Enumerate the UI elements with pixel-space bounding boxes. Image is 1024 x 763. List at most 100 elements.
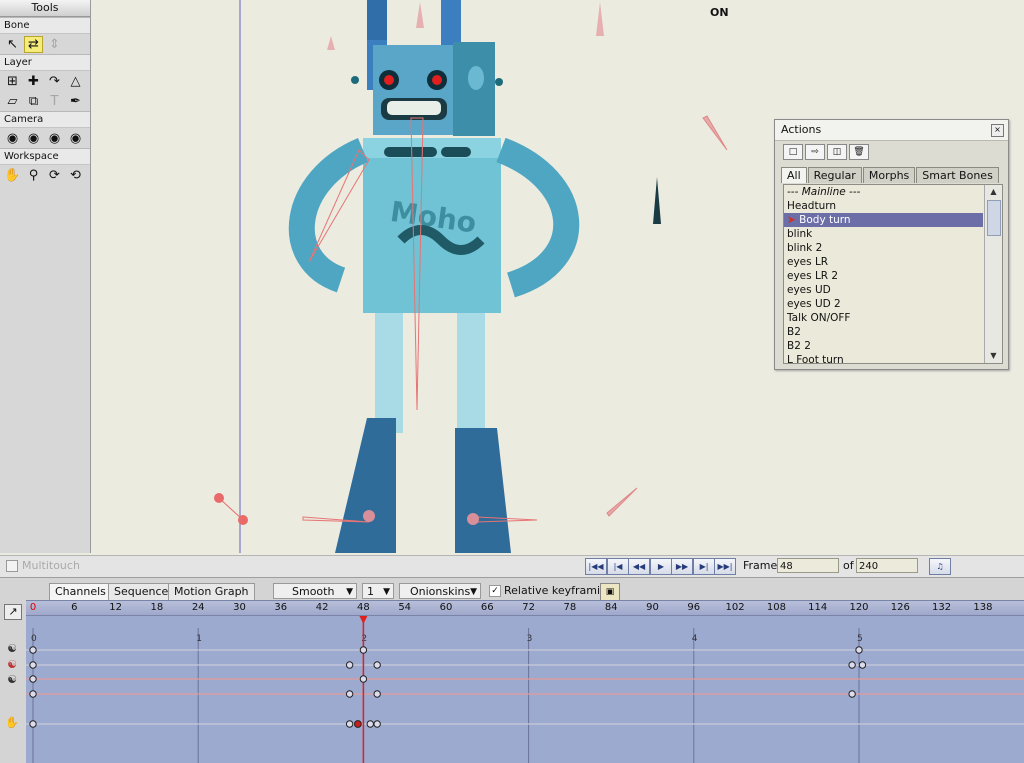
close-icon[interactable]: × (991, 124, 1004, 137)
camera-roll-icon[interactable]: ◉ (45, 130, 64, 147)
keyframe (373, 690, 381, 698)
shear-layer-icon[interactable]: ▱ (3, 93, 22, 110)
arrow-right-icon: ➤ (787, 214, 796, 226)
total-frames-input[interactable]: 240 (856, 558, 918, 573)
step-back-icon[interactable]: ◀◀ (628, 558, 650, 575)
scale-layer-icon[interactable]: △ (66, 73, 85, 90)
text-tool-icon[interactable]: T (45, 93, 64, 110)
bone-channel-icon: ☯ (7, 642, 17, 655)
keyframe (29, 690, 37, 698)
keyframe (359, 646, 368, 654)
hand-icon[interactable]: ✋ (3, 167, 22, 184)
duplicate-action-icon[interactable]: ⇨ (805, 144, 825, 160)
tools-section-bone: Bone (0, 17, 90, 34)
layer-channel-icon: ✋ (5, 716, 19, 729)
camera-pan-icon[interactable]: ◉ (66, 130, 85, 147)
actions-scrollbar[interactable]: ▲ ▼ (984, 185, 1002, 363)
step-back-keyframe-icon[interactable]: |◀ (607, 558, 629, 575)
step-forward-keyframe-icon[interactable]: ▶| (693, 558, 715, 575)
transform-bone-icon[interactable]: ⇄ (24, 35, 43, 53)
zoom-icon[interactable]: ⚲ (24, 167, 43, 184)
tab-all[interactable]: All (781, 167, 807, 183)
add-bone-icon[interactable]: ⇕ (45, 36, 64, 53)
keyframe (366, 720, 374, 728)
tools-section-workspace: Workspace (0, 148, 90, 165)
flip-layer-icon[interactable]: ⧉ (24, 93, 43, 110)
of-label: of (843, 559, 854, 572)
new-action-icon[interactable]: □ (783, 144, 803, 160)
transform-layer-icon[interactable]: ⊞ (3, 73, 22, 90)
second-label: 4 (692, 634, 698, 644)
actions-list[interactable]: --- Mainline --- Headturn ➤ Body turn bl… (783, 184, 1003, 364)
keyframe (373, 661, 381, 669)
list-item-selected[interactable]: ➤ Body turn (784, 213, 983, 227)
list-item[interactable]: Headturn (784, 199, 1002, 213)
keyframe (858, 661, 867, 669)
multitouch-toggle[interactable]: Multitouch (6, 559, 80, 572)
frame-label: Frame (743, 559, 778, 572)
second-label: 2 (361, 634, 367, 644)
frame-input[interactable]: 48 (777, 558, 839, 573)
second-label: 5 (857, 634, 863, 644)
camera-zoom-icon[interactable]: ◉ (24, 130, 43, 147)
keyframe-selected (353, 720, 362, 728)
keyframe (29, 675, 37, 683)
list-item[interactable]: eyes LR (784, 255, 1002, 269)
second-label: 0 (31, 634, 37, 644)
list-item[interactable]: L Foot turn (784, 353, 1002, 363)
keyframe (848, 690, 856, 698)
keyframe (855, 646, 863, 654)
second-label: 1 (196, 634, 202, 644)
tools-section-layer: Layer (0, 54, 90, 71)
scroll-down-icon[interactable]: ▼ (985, 349, 1002, 363)
orbit-workspace-icon[interactable]: ⟲ (66, 167, 85, 184)
trash-icon[interactable]: 🗑 (849, 144, 869, 160)
list-item[interactable]: eyes UD 2 (784, 297, 1002, 311)
actions-title: Actions (781, 123, 822, 136)
keyframe (29, 720, 37, 728)
actions-title-bar[interactable]: Actions × (775, 120, 1008, 141)
list-item[interactable]: blink 2 (784, 241, 1002, 255)
bone-channel-icon: ☯ (7, 658, 17, 671)
multitouch-label: Multitouch (22, 559, 80, 572)
scroll-up-icon[interactable]: ▲ (985, 185, 1002, 199)
list-item[interactable]: eyes LR 2 (784, 269, 1002, 283)
bone-channel-icon: ☯ (7, 673, 17, 686)
keyframe (29, 661, 37, 669)
keyframe (345, 661, 354, 669)
fast-forward-icon[interactable]: ▶▶| (714, 558, 736, 575)
keyframe (345, 690, 354, 698)
keyframe (848, 661, 856, 669)
list-item[interactable]: blink (784, 227, 1002, 241)
tab-morphs[interactable]: Morphs (862, 167, 916, 183)
transport-bar: Multitouch |◀◀ |◀ ◀◀ ▶ ▶▶ ▶| ▶▶| Frame 4… (0, 555, 1024, 577)
insert-action-icon[interactable]: ◫ (827, 144, 847, 160)
actions-window[interactable]: Actions × □ ⇨ ◫ 🗑 All Regular Morphs Sma… (774, 119, 1009, 370)
play-icon[interactable]: ▶ (650, 558, 672, 575)
tab-smart-bones[interactable]: Smart Bones (916, 167, 999, 183)
step-forward-icon[interactable]: ▶▶ (671, 558, 693, 575)
translate-layer-icon[interactable]: ✚ (24, 73, 43, 90)
select-bone-icon[interactable]: ↖ (3, 36, 22, 53)
scroll-thumb[interactable] (987, 200, 1001, 236)
on-label: ON (710, 6, 729, 19)
list-item[interactable]: B2 (784, 325, 1002, 339)
list-item[interactable]: Talk ON/OFF (784, 311, 1002, 325)
keyframe-channels[interactable]: 0 1 2 3 4 5 (0, 578, 1024, 763)
multitouch-checkbox[interactable] (6, 559, 18, 572)
tab-regular[interactable]: Regular (807, 167, 862, 183)
timeline-panel: ↗ Channels Sequencer Motion Graph Smooth… (0, 577, 1024, 763)
keyframe (345, 720, 354, 728)
eyedropper-icon[interactable]: ✒ (66, 93, 85, 110)
camera-track-icon[interactable]: ◉ (3, 130, 22, 147)
rotate-layer-icon[interactable]: ↷ (45, 73, 64, 90)
list-item-label: Body turn (799, 214, 851, 226)
list-item[interactable]: eyes UD (784, 283, 1002, 297)
list-item[interactable]: B2 2 (784, 339, 1002, 353)
keyframe (373, 720, 381, 728)
audio-icon[interactable]: ♫ (929, 558, 951, 575)
list-item[interactable]: --- Mainline --- (784, 185, 1002, 199)
tools-section-camera: Camera (0, 111, 90, 128)
rewind-icon[interactable]: |◀◀ (585, 558, 607, 575)
rotate-workspace-icon[interactable]: ⟳ (45, 167, 64, 184)
